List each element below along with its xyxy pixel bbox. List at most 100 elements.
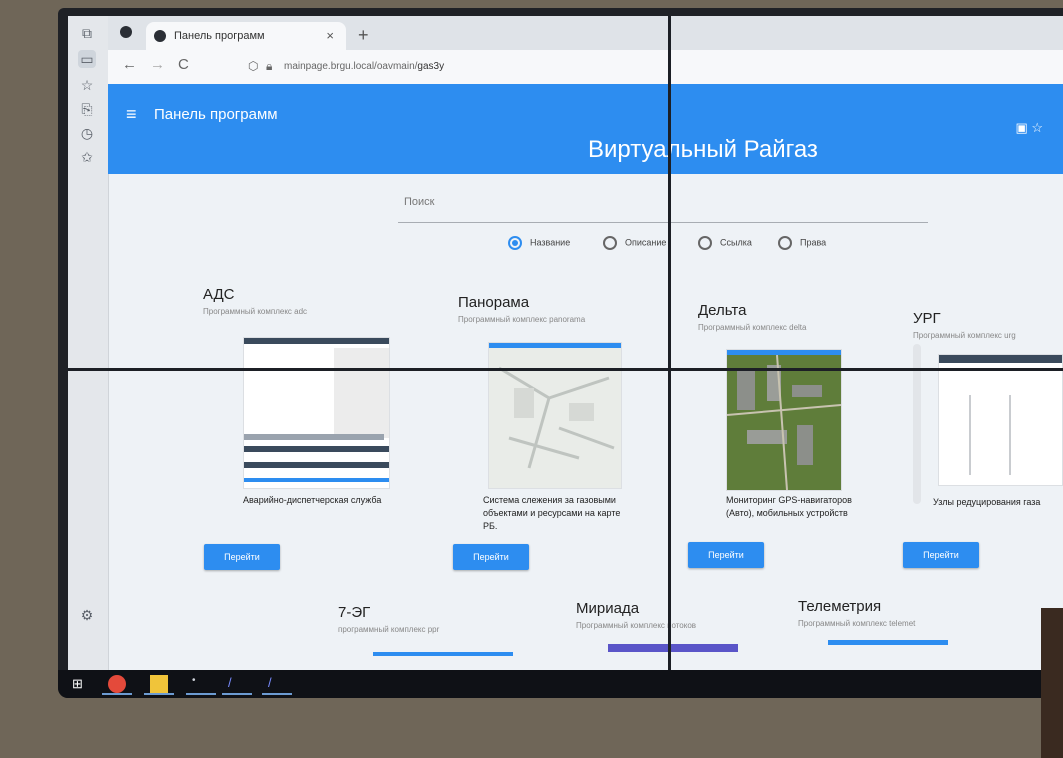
radio-description-label: Описание xyxy=(625,237,667,248)
card-title: Телеметрия xyxy=(798,598,882,615)
taskbar-active-indicator xyxy=(144,693,174,695)
radio-selected-icon xyxy=(508,236,522,250)
card-title: Дельта xyxy=(698,302,747,319)
tab-panel-programs[interactable]: Панель программ × xyxy=(146,22,346,50)
app-title: Панель программ xyxy=(154,106,278,123)
preview-row xyxy=(244,434,384,440)
new-tab-button[interactable]: + xyxy=(358,22,369,48)
video-wall: ⧉ ▭ ☆ ⎘ ◷ ✩ ⚙ Панель программ × + ← → C … xyxy=(58,8,1063,698)
url-field[interactable]: mainpage.brgu.local/oavmain/gas3y xyxy=(284,56,804,78)
card-urg: УРГ Программный комплекс urg xyxy=(913,310,1063,340)
radio-rights-label: Права xyxy=(800,237,827,248)
card-miriada-preview[interactable] xyxy=(608,644,738,652)
file-explorer-icon[interactable] xyxy=(150,675,168,693)
windows-taskbar: ⊞ • / / xyxy=(58,670,1063,698)
site-favicon-icon xyxy=(154,30,166,42)
preview-map xyxy=(334,348,389,438)
pen-app-icon[interactable]: / xyxy=(268,675,286,693)
windows-start-icon[interactable]: ⊞ xyxy=(72,675,90,693)
card-description: Узлы редуцирования газа xyxy=(933,497,1041,507)
card-ads-preview[interactable] xyxy=(243,337,390,489)
preview-row xyxy=(244,478,389,482)
card-title: 7-ЭГ xyxy=(338,604,371,621)
app-header: ≡ Панель программ Виртуальный Райгаз ▣ ☆ xyxy=(108,84,1063,174)
taskbar-active-indicator xyxy=(262,693,292,695)
card-subtitle: Программный комплекс delta xyxy=(698,323,807,332)
card-title: АДС xyxy=(203,286,235,303)
taskbar-app-icon[interactable]: • xyxy=(192,675,210,693)
card-subtitle: Программный комплекс panorama xyxy=(458,315,586,324)
card-telemetry: Телеметрия Программный комплекс telemet xyxy=(798,598,998,628)
display-bezel-horizontal xyxy=(68,368,1063,371)
card-title: УРГ xyxy=(913,310,941,327)
search-input[interactable]: Поиск xyxy=(398,182,928,223)
card-subtitle: Программный комплекс urg xyxy=(913,331,1016,340)
address-bar-row: ← → C ⬡ 🔒︎ mainpage.brgu.local/oavmain/g… xyxy=(108,50,1063,85)
url-path: gas3y xyxy=(417,61,445,72)
card-telemetry-preview[interactable] xyxy=(828,640,948,645)
pen-app-icon[interactable]: / xyxy=(228,675,246,693)
collections-icon[interactable]: ⎘ xyxy=(78,100,96,118)
taskbar-active-indicator xyxy=(186,693,216,695)
radio-icon xyxy=(698,236,712,250)
radio-link-label: Ссылка xyxy=(720,237,752,248)
main-content: Поиск Название Описание Ссылка Права АДС… xyxy=(108,174,1063,670)
card-ads: АДС Программный комплекс adc xyxy=(203,286,403,316)
hamburger-menu-icon[interactable]: ≡ xyxy=(126,104,137,125)
vertical-tabs-icon[interactable]: ▭ xyxy=(78,50,96,68)
browser-app-icon[interactable] xyxy=(108,675,126,693)
card-description: Аварийно-диспетчерская служба xyxy=(243,495,382,505)
go-button-urg[interactable]: Перейти xyxy=(903,542,979,568)
history-icon[interactable]: ◷ xyxy=(78,124,96,142)
browser-sidebar: ⧉ ▭ ☆ ⎘ ◷ ✩ ⚙ xyxy=(68,16,109,670)
close-tab-icon[interactable]: × xyxy=(326,22,334,50)
favorites-icon[interactable]: ✩ xyxy=(78,148,96,166)
card-subtitle: Программный комплекс adc xyxy=(203,307,308,316)
radio-name-label: Название xyxy=(530,237,571,248)
radio-name[interactable]: Название xyxy=(508,236,570,250)
tab-title: Панель программ xyxy=(174,30,265,42)
card-title: Мириада xyxy=(576,600,640,617)
card-delta: Дельта Программный комплекс delta xyxy=(698,302,898,332)
radio-icon xyxy=(778,236,792,250)
go-button-panorama[interactable]: Перейти xyxy=(453,544,529,570)
tab-bar: Панель программ × + xyxy=(108,16,1063,50)
display-bezel-vertical xyxy=(668,16,671,670)
page-title: Виртуальный Райгаз xyxy=(588,136,818,163)
header-action-icons[interactable]: ▣ ☆ xyxy=(1015,120,1043,136)
radio-link[interactable]: Ссылка xyxy=(698,236,752,250)
settings-icon[interactable]: ⚙ xyxy=(78,606,96,624)
card-subtitle: программный комплекс ppr xyxy=(338,625,440,634)
card-subtitle: Программный комплекс telemet xyxy=(798,619,916,628)
card-7eg-preview[interactable] xyxy=(373,652,513,656)
preview-line xyxy=(969,395,971,475)
shield-icon[interactable]: ⬡ xyxy=(248,59,258,73)
preview-line xyxy=(1009,395,1011,475)
profile-icon[interactable] xyxy=(120,26,132,38)
preview-satellite-svg xyxy=(727,354,841,490)
room-object xyxy=(1041,608,1063,758)
card-panorama-preview[interactable] xyxy=(488,342,622,489)
radio-rights[interactable]: Права xyxy=(778,236,826,250)
search-placeholder: Поиск xyxy=(404,196,435,208)
forward-button[interactable]: → xyxy=(150,56,165,73)
card-description: Мониторинг GPS-навигаторов (Авто), мобил… xyxy=(726,495,852,518)
back-button[interactable]: ← xyxy=(122,56,137,73)
reload-button[interactable]: C xyxy=(178,56,189,73)
lock-icon[interactable]: 🔒︎ xyxy=(266,59,272,74)
go-button-ads[interactable]: Перейти xyxy=(204,544,280,570)
taskbar-active-indicator xyxy=(102,693,132,695)
card-urg-preview[interactable] xyxy=(938,354,1063,486)
taskbar-active-indicator xyxy=(222,693,252,695)
favorites-add-icon[interactable]: ☆ xyxy=(78,76,96,94)
card-7eg: 7-ЭГ программный комплекс ppr xyxy=(338,604,538,634)
url-prefix: mainpage.brgu.local/oavmain/ xyxy=(284,61,418,72)
tabs-icon[interactable]: ⧉ xyxy=(78,24,96,42)
preview-row xyxy=(244,462,389,468)
card-panorama: Панорама Программный комплекс panorama xyxy=(458,294,658,324)
card-subtitle: Программный комплекс потоков xyxy=(576,621,697,630)
go-button-delta[interactable]: Перейти xyxy=(688,542,764,568)
radio-description[interactable]: Описание xyxy=(603,236,666,250)
preview-row xyxy=(244,446,389,452)
radio-icon xyxy=(603,236,617,250)
